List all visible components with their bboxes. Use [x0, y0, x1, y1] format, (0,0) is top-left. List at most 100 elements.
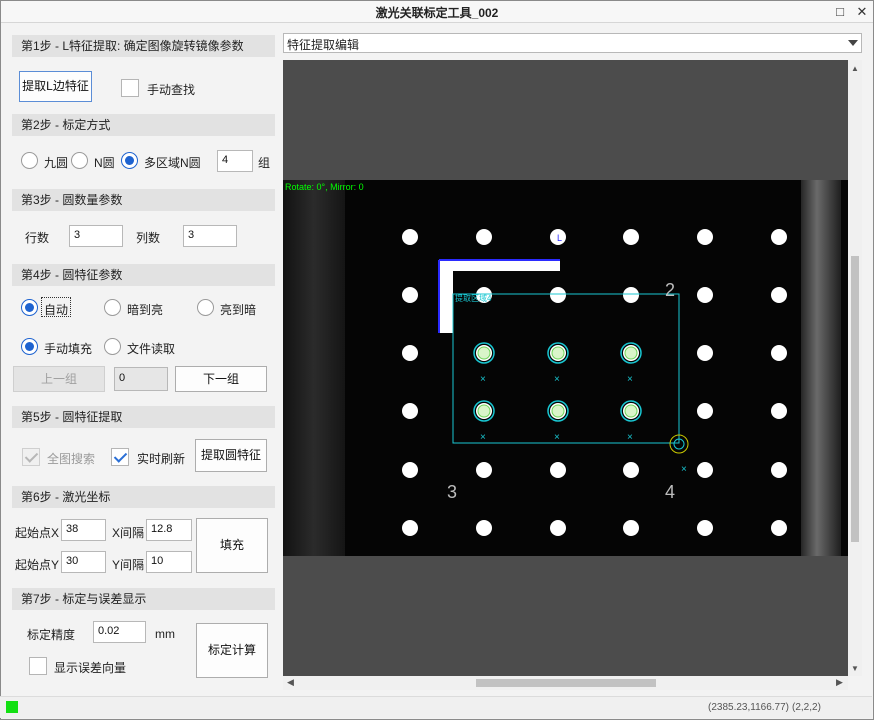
fill-button[interactable]: 填充 — [196, 518, 268, 573]
close-icon[interactable]: ✕ — [853, 3, 871, 21]
vertical-scroll-thumb[interactable] — [851, 256, 859, 542]
precision-input[interactable]: 0.02 — [93, 621, 146, 643]
step5-header: 第5步 - 圆特征提取 — [12, 406, 275, 428]
manual-find-label: 手动查找 — [147, 83, 196, 97]
calibration-dot — [771, 345, 787, 361]
x-interval-label: X间隔 — [112, 526, 145, 540]
rows-input[interactable]: 3 — [69, 225, 123, 247]
maximize-icon[interactable]: □ — [831, 3, 849, 21]
show-error-vector-checkbox[interactable] — [29, 657, 47, 675]
radio-dark-to-light[interactable] — [104, 299, 121, 316]
y-interval-input[interactable]: 10 — [146, 551, 192, 573]
detected-circle-center — [624, 346, 638, 360]
calibration-dot — [697, 229, 713, 245]
calibration-dot — [476, 229, 492, 245]
calibration-dot — [771, 520, 787, 536]
calibration-dot — [697, 462, 713, 478]
scroll-down-icon[interactable]: ▼ — [851, 664, 859, 673]
radio-file-read[interactable] — [104, 338, 121, 355]
calibration-dot — [550, 462, 566, 478]
chevron-down-icon[interactable] — [848, 40, 858, 46]
radio-multi-region[interactable] — [121, 152, 138, 169]
step3-header: 第3步 - 圆数量参数 — [12, 189, 275, 211]
radio-n-circle[interactable] — [71, 152, 88, 169]
start-y-input[interactable]: 30 — [61, 551, 106, 573]
radio-file-read-label: 文件读取 — [127, 342, 176, 356]
grid-index: (2,2,2) — [792, 702, 821, 713]
realtime-refresh-checkbox[interactable] — [111, 448, 129, 466]
laser-point-cross: × — [627, 432, 633, 443]
group-count-input[interactable]: 4 — [217, 150, 253, 172]
laser-point-cross: × — [480, 374, 486, 385]
detected-circle-center — [551, 346, 565, 360]
scroll-left-icon[interactable]: ◀ — [287, 677, 294, 688]
extract-circle-button[interactable]: 提取圆特征 — [195, 439, 267, 472]
horizontal-scrollbar[interactable]: ◀ ▶ — [283, 676, 848, 690]
calibration-dot — [623, 229, 639, 245]
calibration-dot — [623, 462, 639, 478]
radio-manual-fill[interactable] — [21, 338, 38, 355]
radio-nine-circle[interactable] — [21, 152, 38, 169]
precision-unit: mm — [155, 627, 175, 641]
calibration-dot — [402, 520, 418, 536]
cursor-coordinates: (2385.23,1166.77) — [708, 702, 789, 713]
region-label-2: 2 — [665, 280, 675, 300]
radio-light-to-dark[interactable] — [197, 299, 214, 316]
start-y-label: 起始点Y — [15, 558, 60, 572]
scroll-up-icon[interactable]: ▲ — [851, 64, 859, 73]
detected-circle-center — [624, 404, 638, 418]
cols-input[interactable]: 3 — [183, 225, 237, 247]
mode-select[interactable]: 特征提取编辑 — [283, 33, 862, 53]
precision-label: 标定精度 — [27, 628, 76, 642]
step7-header: 第7步 - 标定与误差显示 — [12, 588, 275, 610]
calibration-dot — [402, 345, 418, 361]
calibration-dot — [771, 462, 787, 478]
laser-point-cross: × — [627, 374, 633, 385]
calibration-dot — [697, 345, 713, 361]
calibration-dot — [550, 520, 566, 536]
overlay-text: Rotate: 0°, Mirror: 0 — [285, 182, 364, 192]
roi-caption: 提取区域4 — [455, 293, 492, 303]
calibration-dot — [697, 520, 713, 536]
step2-header: 第2步 - 标定方式 — [12, 114, 275, 136]
extract-l-edge-button[interactable]: 提取L边特征 — [19, 71, 92, 102]
calibration-dot — [402, 229, 418, 245]
scroll-right-icon[interactable]: ▶ — [836, 677, 843, 688]
start-x-label: 起始点X — [15, 526, 60, 540]
group-index-field: 0 — [114, 367, 168, 391]
title-bar: 激光关联标定工具_002 □ ✕ — [1, 1, 873, 23]
group-count-unit: 组 — [258, 156, 271, 170]
calibration-dot — [550, 287, 566, 303]
full-search-label: 全图搜索 — [47, 452, 96, 466]
calibration-dot — [771, 287, 787, 303]
calibration-image: Rotate: 0°, Mirror: 0 L 提取区域4 × × × × × × × 2… — [283, 180, 848, 556]
radio-auto[interactable] — [21, 299, 38, 316]
calibration-dot — [623, 520, 639, 536]
calibration-dot — [476, 462, 492, 478]
region-label-4: 4 — [665, 482, 675, 502]
next-group-button[interactable]: 下一组 — [175, 366, 267, 392]
calibrate-button[interactable]: 标定计算 — [196, 623, 268, 678]
show-error-vector-label: 显示误差向量 — [54, 661, 127, 675]
horizontal-scroll-thumb[interactable] — [476, 679, 656, 687]
laser-point-cross: × — [554, 374, 560, 385]
left-fixture — [283, 180, 345, 556]
step6-header: 第6步 - 激光坐标 — [12, 486, 275, 508]
calibration-dot — [771, 403, 787, 419]
full-search-checkbox[interactable] — [22, 448, 40, 466]
anchor-cross: × — [681, 464, 687, 475]
x-interval-input[interactable]: 12.8 — [146, 519, 192, 541]
prev-group-button[interactable]: 上一组 — [13, 366, 105, 392]
detected-circle-center — [551, 404, 565, 418]
calibration-dot — [476, 520, 492, 536]
mode-select-value: 特征提取编辑 — [287, 38, 360, 52]
region-label-3: 3 — [447, 482, 457, 502]
radio-light-to-dark-label: 亮到暗 — [220, 303, 257, 317]
l-label: L — [557, 233, 562, 243]
manual-find-checkbox[interactable] — [121, 79, 139, 97]
vertical-scrollbar[interactable]: ▲ ▼ — [848, 60, 862, 676]
start-x-input[interactable]: 38 — [61, 519, 106, 541]
image-viewer[interactable]: Rotate: 0°, Mirror: 0 L 提取区域4 × × × × × × × 2… — [283, 60, 848, 676]
calibration-dot — [402, 287, 418, 303]
detected-circle-center — [477, 404, 491, 418]
